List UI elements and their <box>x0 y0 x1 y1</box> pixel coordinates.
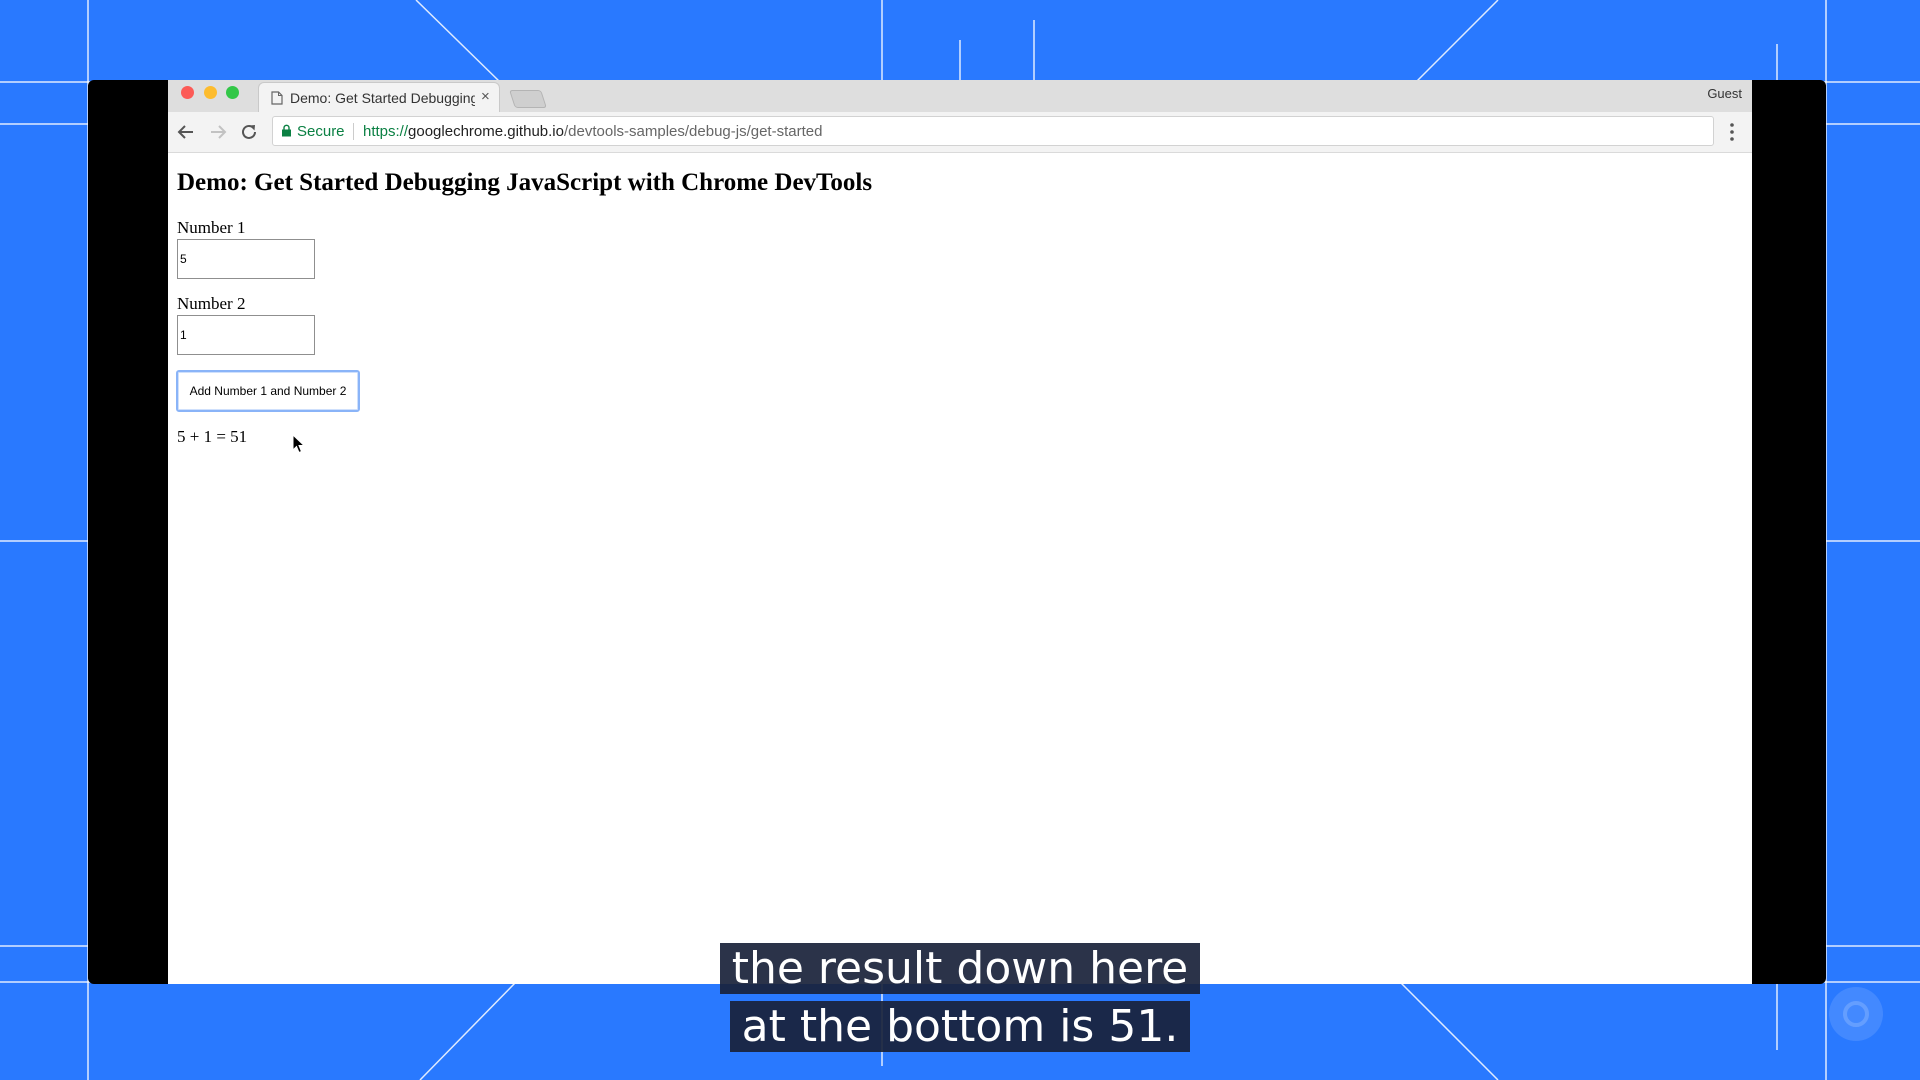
menu-dots-icon[interactable] <box>1728 121 1736 143</box>
number2-label: Number 2 <box>177 294 246 313</box>
number1-input[interactable] <box>177 239 315 279</box>
secure-label: Secure <box>297 123 354 140</box>
url-path: /devtools-samples/debug-js/get-started <box>563 123 823 140</box>
mouse-cursor-icon <box>292 434 306 454</box>
profile-guest[interactable]: Guest <box>1707 86 1742 101</box>
url-scheme: https:// <box>363 123 409 140</box>
chrome-logo-icon <box>1829 987 1883 1041</box>
page-content: Demo: Get Started Debugging JavaScript w… <box>168 153 1752 984</box>
lock-icon <box>282 124 291 137</box>
forward-arrow-icon[interactable] <box>206 120 230 144</box>
url-text: https://googlechrome.github.io/devtools-… <box>363 123 822 140</box>
maximize-window-button[interactable] <box>226 86 239 99</box>
tab-title: Demo: Get Started Debugging JavaScript w… <box>290 90 475 106</box>
caption-line-1: the result down here <box>719 943 1201 994</box>
browser-toolbar: Secure https://googlechrome.github.io/de… <box>168 112 1752 153</box>
tab-strip: Demo: Get Started Debugging JavaScript w… <box>168 80 1752 113</box>
tab-close-icon[interactable]: × <box>481 88 490 105</box>
document-icon <box>271 91 283 105</box>
page-title: Demo: Get Started Debugging JavaScript w… <box>177 169 873 196</box>
tab-active[interactable]: Demo: Get Started Debugging JavaScript w… <box>258 82 500 113</box>
caption-line-2: at the bottom is 51. <box>729 1001 1191 1052</box>
result-text: 5 + 1 = 51 <box>177 427 248 446</box>
add-numbers-button[interactable]: Add Number 1 and Number 2 <box>176 370 360 412</box>
reload-icon[interactable] <box>237 120 261 144</box>
video-caption: the result down here at the bottom is 51… <box>0 940 1920 1056</box>
new-tab-button[interactable] <box>509 90 547 108</box>
close-window-button[interactable] <box>181 86 194 99</box>
address-bar[interactable]: Secure https://googlechrome.github.io/de… <box>272 116 1714 146</box>
number1-label: Number 1 <box>177 218 246 237</box>
browser-window: Demo: Get Started Debugging JavaScript w… <box>168 80 1752 984</box>
minimize-window-button[interactable] <box>204 86 217 99</box>
back-arrow-icon[interactable] <box>174 120 198 144</box>
number2-input[interactable] <box>177 315 315 355</box>
url-host: googlechrome.github.io <box>408 123 564 140</box>
